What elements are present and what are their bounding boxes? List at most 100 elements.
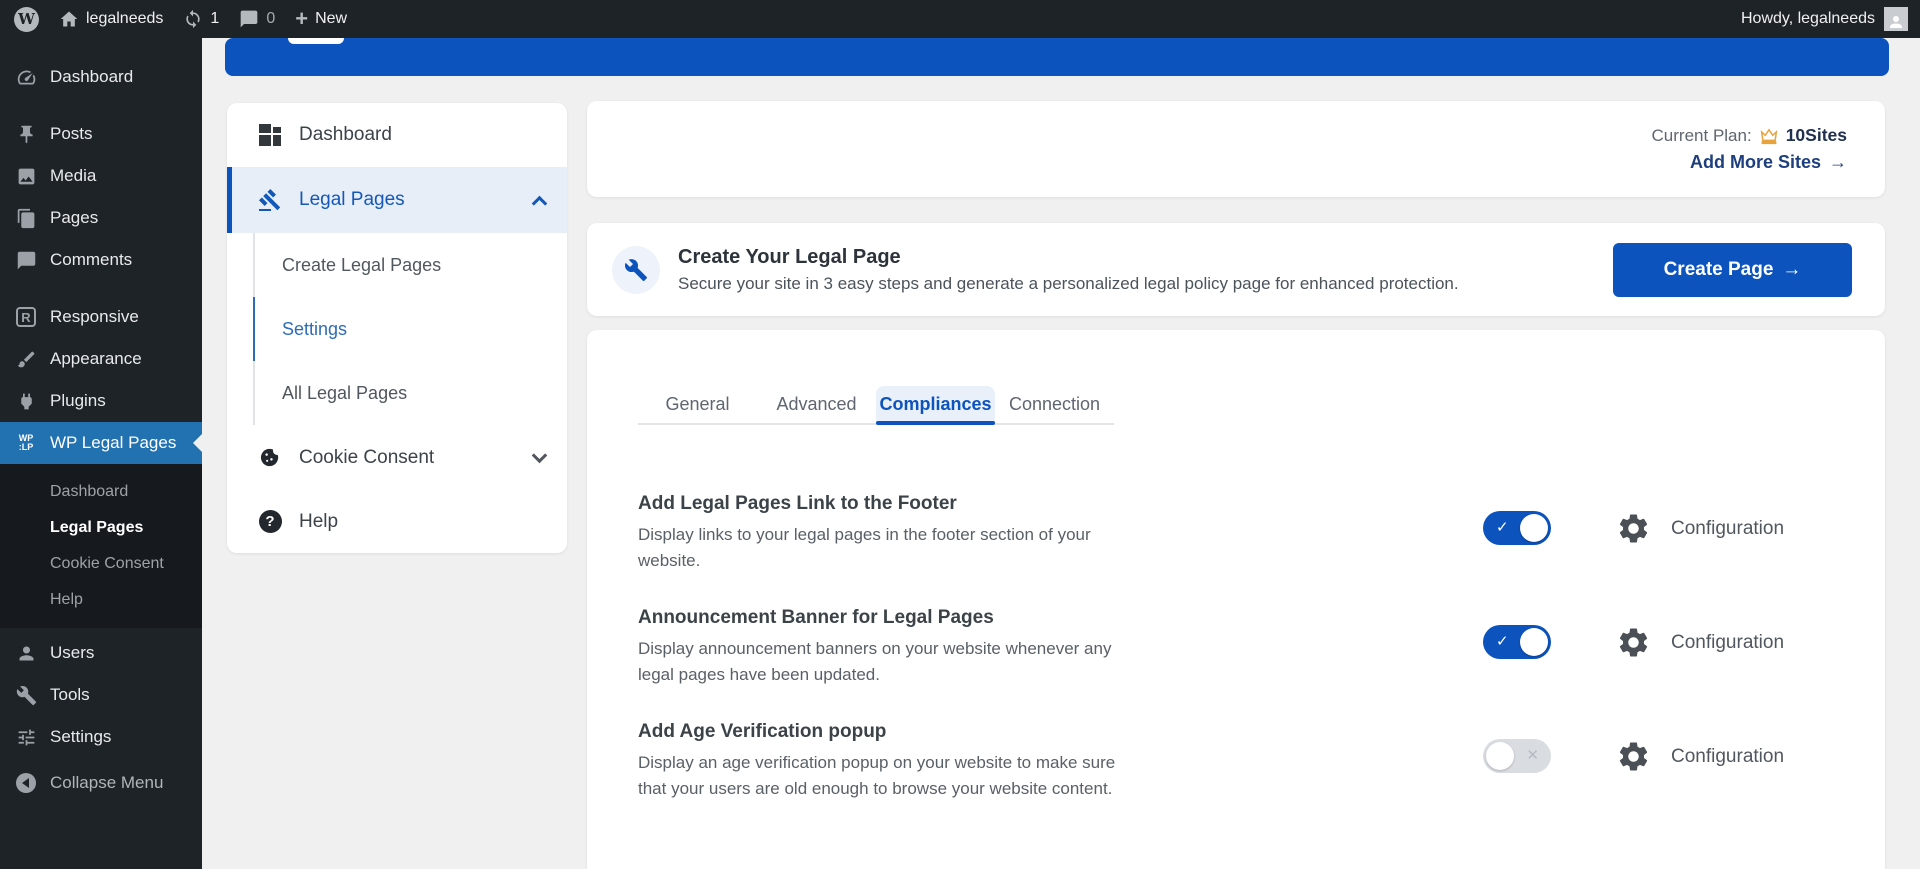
- sidebar-item-posts[interactable]: Posts: [0, 113, 202, 155]
- announcement-banner-configuration[interactable]: Configuration: [1616, 625, 1784, 660]
- submenu-item-help[interactable]: Help: [0, 582, 202, 618]
- sidebar-item-label: Comments: [50, 250, 132, 270]
- compliances-settings: Add Legal Pages Link to the Footer Displ…: [587, 425, 1885, 835]
- sidebar-item-media[interactable]: Media: [0, 155, 202, 197]
- plugin-nav-help[interactable]: ? Help: [227, 490, 567, 553]
- setting-description: Display links to your legal pages in the…: [638, 522, 1128, 575]
- configuration-label: Configuration: [1671, 746, 1784, 768]
- settings-tabs: General Advanced Compliances Connection: [638, 386, 1114, 425]
- updates-link[interactable]: 1: [173, 0, 229, 38]
- grid-icon: [257, 122, 283, 148]
- person-icon: [1887, 13, 1905, 31]
- sidebar-item-label: Posts: [50, 124, 93, 144]
- avatar[interactable]: [1884, 7, 1908, 31]
- create-page-button-label: Create Page: [1664, 259, 1774, 281]
- new-label: New: [315, 10, 347, 28]
- notice-banner: [225, 38, 1889, 76]
- plugin-nav-label: Help: [299, 511, 338, 533]
- wordpress-logo-icon: W: [14, 7, 39, 32]
- wplp-logo-icon: WP:LP: [14, 431, 38, 455]
- site-name-link[interactable]: legalneeds: [49, 0, 173, 38]
- plugin-nav-cookie-consent[interactable]: Cookie Consent: [227, 425, 567, 490]
- plugin-nav-create-legal-pages[interactable]: Create Legal Pages: [253, 233, 567, 297]
- age-verification-configuration[interactable]: Configuration: [1616, 739, 1784, 774]
- sidebar-item-users[interactable]: Users: [0, 632, 202, 674]
- comments-link[interactable]: 0: [229, 0, 285, 38]
- sidebar-item-pages[interactable]: Pages: [0, 197, 202, 239]
- tab-connection[interactable]: Connection: [995, 386, 1114, 423]
- sidebar-item-label: Pages: [50, 208, 98, 228]
- site-name-label: legalneeds: [86, 10, 163, 28]
- tab-compliances[interactable]: Compliances: [876, 386, 995, 423]
- plugin-nav-label: Cookie Consent: [299, 447, 434, 469]
- sidebar-item-collapse-menu[interactable]: Collapse Menu: [0, 762, 202, 804]
- footer-links-configuration[interactable]: Configuration: [1616, 511, 1784, 546]
- plan-card: Current Plan: 10Sites Add More Sites →: [587, 101, 1885, 197]
- announcement-banner-toggle[interactable]: ✓: [1483, 625, 1551, 659]
- help-icon: ?: [257, 509, 283, 535]
- pages-icon: [14, 206, 38, 230]
- current-plan-label: Current Plan:: [1652, 126, 1752, 146]
- sidebar-item-wp-legal-pages[interactable]: WP:LP WP Legal Pages: [0, 422, 202, 464]
- sidebar-item-comments[interactable]: Comments: [0, 239, 202, 281]
- sidebar-item-label: WP Legal Pages: [50, 433, 176, 453]
- sidebar-item-plugins[interactable]: Plugins: [0, 380, 202, 422]
- arrow-right-icon: →: [1829, 152, 1847, 173]
- plugin-nav-dashboard[interactable]: Dashboard: [227, 103, 567, 167]
- plugin-nav-all-legal-pages[interactable]: All Legal Pages: [253, 361, 567, 425]
- sidebar-item-tools[interactable]: Tools: [0, 674, 202, 716]
- plugin-nav-legal-pages[interactable]: Legal Pages: [227, 167, 567, 233]
- tab-advanced[interactable]: Advanced: [757, 386, 876, 423]
- plus-icon: +: [295, 9, 308, 29]
- create-page-description: Secure your site in 3 easy steps and gen…: [678, 274, 1459, 294]
- howdy-account-link[interactable]: Howdy, legalneeds: [1741, 10, 1875, 28]
- sidebar-item-label: Users: [50, 643, 94, 663]
- sidebar-item-label: Dashboard: [50, 67, 133, 87]
- crown-icon: [1759, 126, 1779, 146]
- sidebar-item-label: Appearance: [50, 349, 142, 369]
- chevron-up-icon: [532, 195, 548, 211]
- create-page-button[interactable]: Create Page →: [1613, 243, 1852, 297]
- new-content-menu[interactable]: + New: [285, 0, 357, 38]
- toggle-knob: [1520, 514, 1548, 542]
- cross-icon: ✕: [1526, 746, 1539, 764]
- plugin-nav-card: Dashboard Legal Pages Create Legal Pages…: [227, 103, 567, 553]
- plugin-nav-settings[interactable]: Settings: [253, 297, 567, 361]
- submenu-item-cookie-consent[interactable]: Cookie Consent: [0, 546, 202, 582]
- updates-icon: [183, 9, 203, 29]
- sidebar-item-label: Media: [50, 166, 96, 186]
- footer-links-toggle[interactable]: ✓: [1483, 511, 1551, 545]
- speech-bubble-icon: [14, 248, 38, 272]
- gear-icon: [1616, 625, 1651, 660]
- tab-general[interactable]: General: [638, 386, 757, 423]
- sidebar-item-label: Collapse Menu: [50, 773, 163, 793]
- home-icon: [59, 9, 79, 29]
- setting-description: Display an age verification popup on you…: [638, 750, 1128, 803]
- current-plan-value: 10Sites: [1786, 125, 1847, 146]
- sidebar-item-label: Settings: [50, 727, 111, 747]
- add-more-sites-link[interactable]: Add More Sites →: [1690, 152, 1847, 173]
- add-more-sites-label: Add More Sites: [1690, 152, 1821, 173]
- check-icon: ✓: [1496, 518, 1509, 536]
- plugin-nav-label: Dashboard: [299, 124, 392, 146]
- check-icon: ✓: [1496, 632, 1509, 650]
- sidebar-item-appearance[interactable]: Appearance: [0, 338, 202, 380]
- setting-row-footer-links: Add Legal Pages Link to the Footer Displ…: [638, 493, 1885, 607]
- responsive-icon: R: [14, 305, 38, 329]
- configuration-label: Configuration: [1671, 518, 1784, 540]
- cookie-icon: [257, 445, 283, 471]
- setting-row-announcement-banner: Announcement Banner for Legal Pages Disp…: [638, 607, 1885, 721]
- gauge-icon: [14, 65, 38, 89]
- admin-bar: W legalneeds 1 0 + New Howdy, legalneeds: [0, 0, 1920, 38]
- configuration-label: Configuration: [1671, 632, 1784, 654]
- banner-notch: [288, 38, 344, 44]
- age-verification-toggle[interactable]: ✕: [1483, 739, 1551, 773]
- sidebar-item-responsive[interactable]: R Responsive: [0, 296, 202, 338]
- sidebar-item-dashboard[interactable]: Dashboard: [0, 56, 202, 98]
- plug-icon: [14, 389, 38, 413]
- sidebar-item-settings[interactable]: Settings: [0, 716, 202, 758]
- submenu-item-dashboard[interactable]: Dashboard: [0, 474, 202, 510]
- wrench-icon: [14, 683, 38, 707]
- wordpress-menu[interactable]: W: [0, 0, 49, 38]
- submenu-item-legal-pages[interactable]: Legal Pages: [0, 510, 202, 546]
